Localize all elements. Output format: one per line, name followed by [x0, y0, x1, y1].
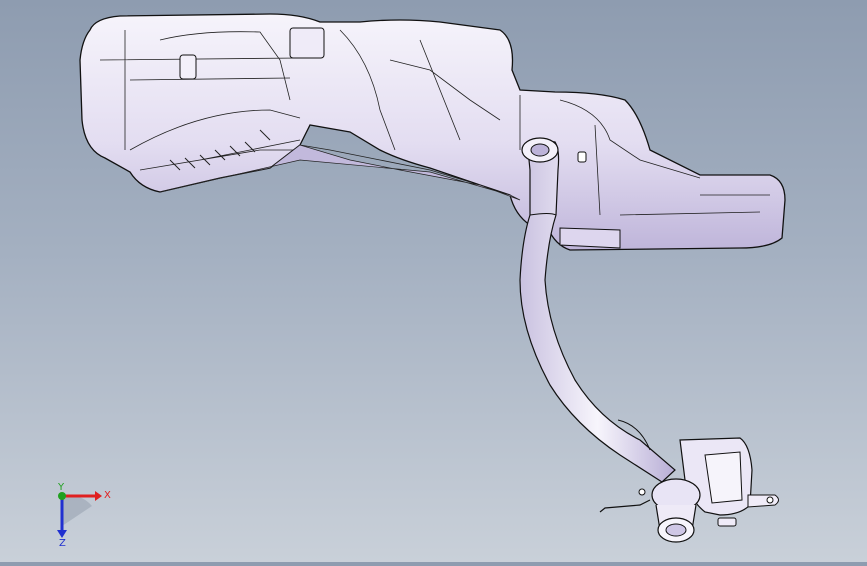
x-axis-label: X — [104, 490, 111, 501]
y-axis-label: Y — [57, 482, 65, 493]
z-axis-arrowhead — [57, 530, 67, 538]
reference-triad: X Y Z — [40, 478, 120, 549]
y-axis-dot — [58, 492, 66, 500]
z-axis-label: Z — [59, 538, 66, 548]
x-axis-arrowhead — [95, 491, 102, 501]
tank-mount-pad — [289, 27, 325, 59]
tank-tab — [179, 54, 197, 80]
triad-shadow — [62, 495, 92, 526]
model-canvas[interactable] — [0, 0, 867, 562]
graphics-viewport[interactable] — [0, 0, 867, 562]
fuel-tank-body[interactable] — [79, 13, 786, 251]
